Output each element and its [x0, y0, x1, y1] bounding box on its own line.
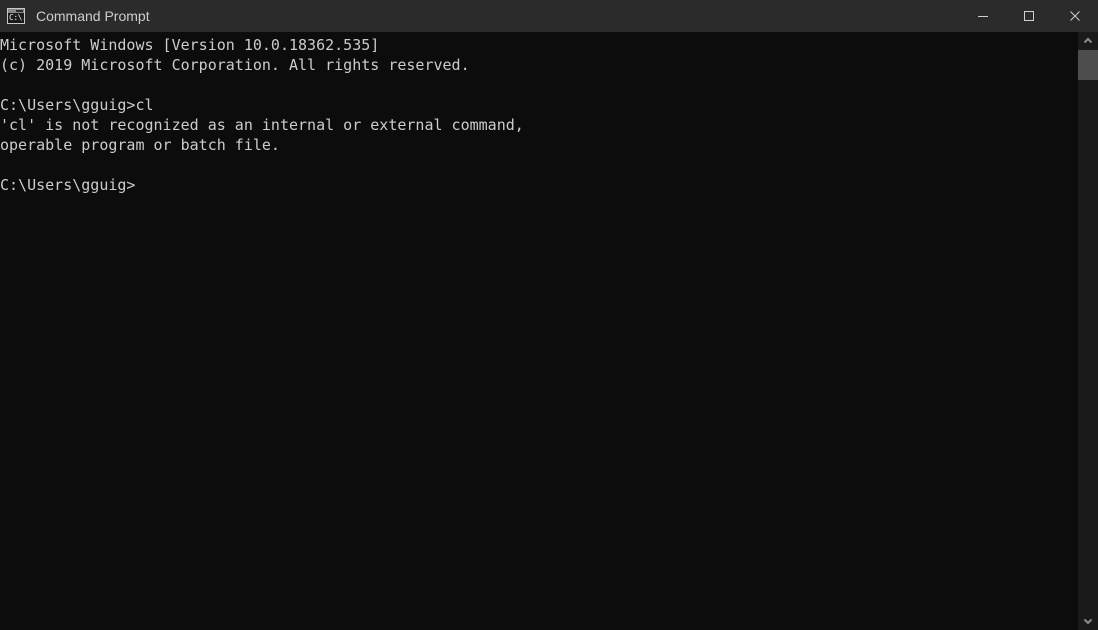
close-button[interactable]: [1052, 0, 1098, 32]
title-bar-left: C:\. Command Prompt: [0, 0, 960, 32]
window-controls: [960, 0, 1098, 32]
chevron-down-icon: [1083, 618, 1093, 625]
cmd-icon: C:\.: [7, 8, 25, 24]
scroll-up-button[interactable]: [1078, 32, 1098, 50]
maximize-button[interactable]: [1006, 0, 1052, 32]
console-text: Microsoft Windows [Version 10.0.18362.53…: [0, 36, 524, 194]
command-prompt-window: C:\. Command Prompt Microsoft Windows [V…: [0, 0, 1098, 630]
maximize-icon: [1024, 11, 1034, 21]
title-bar[interactable]: C:\. Command Prompt: [0, 0, 1098, 32]
scrollbar-thumb[interactable]: [1078, 50, 1098, 80]
scroll-down-button[interactable]: [1078, 612, 1098, 630]
console-output-area[interactable]: Microsoft Windows [Version 10.0.18362.53…: [0, 32, 1078, 630]
scrollbar-track[interactable]: [1078, 50, 1098, 612]
window-body: Microsoft Windows [Version 10.0.18362.53…: [0, 32, 1098, 630]
window-title: Command Prompt: [36, 8, 150, 24]
minimize-button[interactable]: [960, 0, 1006, 32]
cmd-icon-label: C:\.: [9, 13, 25, 22]
close-icon: [1070, 11, 1080, 21]
minimize-icon: [978, 16, 988, 17]
chevron-up-icon: [1083, 37, 1093, 44]
vertical-scrollbar[interactable]: [1078, 32, 1098, 630]
